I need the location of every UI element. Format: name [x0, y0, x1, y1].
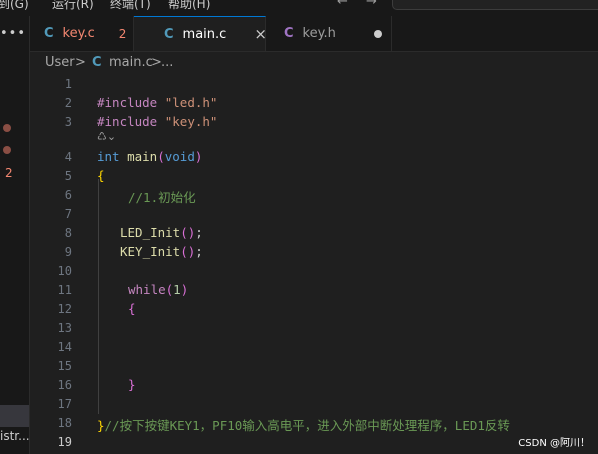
- modified-dot-icon: [3, 146, 11, 154]
- breadcrumb-file[interactable]: main.c: [109, 55, 153, 70]
- code-token: 1: [173, 282, 181, 297]
- code-token: void: [164, 149, 195, 164]
- editor-tabs: C key.c 2 C main.c × C key.h: [30, 16, 598, 52]
- code-lens-icon[interactable]: ♺⌄: [97, 130, 116, 143]
- code-token: ): [194, 149, 203, 164]
- selected-explorer-item[interactable]: [0, 405, 29, 427]
- code-token: "led.h": [164, 95, 218, 110]
- line-number: 7: [64, 207, 72, 221]
- problem-count-badge: 2: [5, 166, 13, 180]
- code-line: int main(void): [97, 149, 202, 164]
- tab-label: key.h: [302, 26, 336, 41]
- line-number: 12: [57, 302, 72, 316]
- code-line: {: [97, 168, 105, 183]
- menu-item-run[interactable]: 运行(R): [52, 0, 94, 12]
- code-token: (: [157, 149, 165, 164]
- error-count-badge: 2: [118, 26, 127, 41]
- line-number: 18: [57, 416, 72, 430]
- code-token: }: [97, 418, 105, 433]
- code-token: LED_Init: [120, 225, 181, 240]
- line-number: 10: [57, 264, 72, 278]
- code-line: while(1): [128, 282, 188, 297]
- line-number: 1: [64, 77, 72, 91]
- code-token: ;: [195, 244, 203, 259]
- code-token: ): [180, 282, 189, 297]
- code-token: (: [180, 244, 188, 259]
- close-icon[interactable]: ×: [254, 25, 267, 43]
- code-line: #include "key.h": [97, 114, 217, 129]
- code-token: "key.h": [164, 114, 218, 129]
- explorer-sidebar: ••• 2 istr...: [0, 16, 30, 454]
- breadcrumb: User > C main.c > ...: [30, 52, 598, 74]
- more-actions-icon[interactable]: •••: [0, 26, 26, 41]
- code-line: //1.初始化: [128, 190, 196, 205]
- line-number: 4: [64, 150, 72, 164]
- code-token: #include: [97, 95, 158, 110]
- line-number: 2: [64, 96, 72, 110]
- tab-label: main.c: [182, 26, 227, 42]
- line-number: 15: [57, 359, 72, 373]
- code-line: KEY_Init();: [120, 244, 203, 259]
- breadcrumb-symbols[interactable]: ...: [161, 55, 173, 70]
- c-file-icon: C: [164, 26, 174, 42]
- menu-item-goto[interactable]: 转到(G): [0, 0, 29, 12]
- line-number: 14: [57, 340, 72, 354]
- menu-item-terminal[interactable]: 终端(T): [110, 0, 151, 12]
- back-arrow-icon[interactable]: ←: [337, 0, 348, 9]
- code-token: ;: [195, 225, 203, 240]
- command-center-search[interactable]: [392, 0, 598, 10]
- tab-key-c[interactable]: C key.c 2: [30, 16, 134, 51]
- code-line: {: [128, 301, 136, 316]
- menu-item-help[interactable]: 帮助(H): [168, 0, 210, 12]
- menu-bar: 转到(G) 运行(R) 终端(T) 帮助(H) ← →: [0, 0, 598, 16]
- line-number: 8: [64, 226, 72, 240]
- code-token: int: [97, 149, 120, 164]
- code-token: while: [128, 282, 166, 297]
- tab-main-c[interactable]: C main.c ×: [134, 16, 267, 51]
- breadcrumb-folder[interactable]: User: [45, 55, 75, 70]
- code-token: main: [127, 149, 158, 164]
- indent-guide: [98, 179, 99, 414]
- line-number: 3: [64, 115, 72, 129]
- tab-label: key.c: [62, 26, 95, 41]
- unsaved-dot-icon[interactable]: [373, 29, 382, 38]
- watermark: CSDN @阿川！: [516, 434, 592, 449]
- line-number: 9: [64, 245, 72, 259]
- line-number: 5: [64, 169, 72, 183]
- line-number: 16: [57, 378, 72, 392]
- code-token: KEY_Init: [120, 244, 181, 259]
- tab-key-h[interactable]: C key.h: [266, 16, 392, 51]
- line-number: 13: [57, 321, 72, 335]
- modified-dot-icon: [3, 124, 11, 132]
- line-number: 6: [64, 188, 72, 202]
- header-file-icon: C: [284, 26, 294, 41]
- line-number: 11: [57, 283, 72, 297]
- line-number-current: 19: [57, 435, 72, 449]
- code-line: }: [128, 377, 136, 392]
- forward-arrow-icon[interactable]: →: [366, 0, 377, 9]
- chevron-right-icon: >: [75, 55, 86, 70]
- line-number: 17: [57, 397, 72, 411]
- code-token: #include: [97, 114, 158, 129]
- code-editor[interactable]: 1 2 3 4 5 6 7 8 9 10 11 12 13 14 15 16 1…: [30, 74, 598, 454]
- code-token: //按下按键KEY1，PF10输入高电平，进入外部中断处理程序，LED1反转: [104, 418, 510, 433]
- c-file-icon: C: [44, 26, 54, 41]
- code-line: LED_Init();: [120, 225, 203, 240]
- code-token: (: [180, 225, 188, 240]
- code-line: #include "led.h": [97, 95, 217, 110]
- explorer-item-truncated[interactable]: istr...: [0, 429, 30, 443]
- code-line: }//按下按键KEY1，PF10输入高电平，进入外部中断处理程序，LED1反转: [97, 415, 510, 434]
- c-file-icon: C: [92, 55, 102, 70]
